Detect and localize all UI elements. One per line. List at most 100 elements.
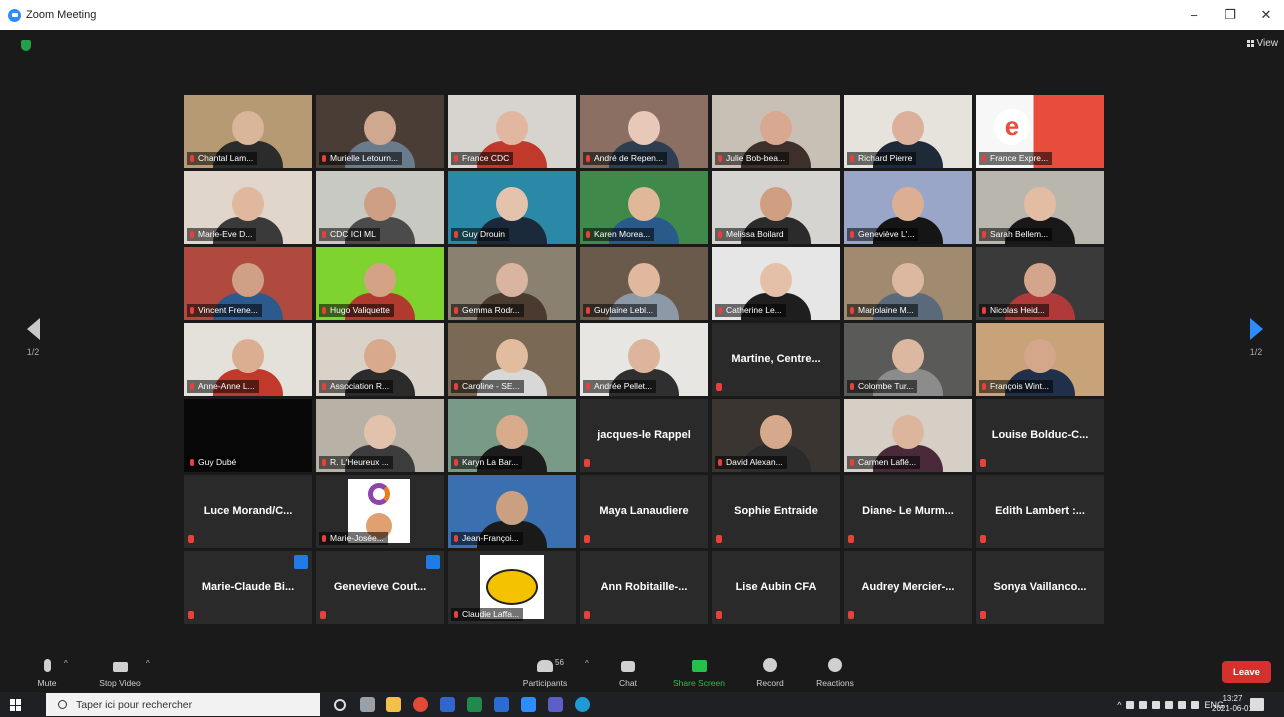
windows-start-icon[interactable]: [10, 699, 22, 711]
participant-tile[interactable]: France CDC: [448, 95, 576, 168]
participant-tile[interactable]: R. L'Heureux ...: [316, 399, 444, 472]
participant-tile[interactable]: François Wint...: [976, 323, 1104, 396]
participant-tile[interactable]: Chantal Lam...: [184, 95, 312, 168]
participant-tile[interactable]: André de Repen...: [580, 95, 708, 168]
participant-tile[interactable]: Maya Lanaudiere: [580, 475, 708, 548]
participant-tile[interactable]: Vincent Frene...: [184, 247, 312, 320]
record-button[interactable]: Record: [748, 650, 792, 692]
participant-tile[interactable]: Murielle Letourn...: [316, 95, 444, 168]
chat-button[interactable]: Chat: [610, 650, 646, 692]
participant-tile[interactable]: Genevieve Cout...: [316, 551, 444, 624]
taskbar-clock[interactable]: 13:27 2021-06-01: [1212, 694, 1253, 714]
participant-tile[interactable]: Guylaine Lebl...: [580, 247, 708, 320]
participant-tile[interactable]: Geneviève L'...: [844, 171, 972, 244]
caret-up-icon[interactable]: ^: [64, 659, 68, 668]
muted-mic-icon: [584, 459, 590, 467]
participant-tile[interactable]: Lise Aubin CFA: [712, 551, 840, 624]
participant-tile[interactable]: Karyn La Bar...: [448, 399, 576, 472]
participant-tile[interactable]: Richard Pierre: [844, 95, 972, 168]
view-button[interactable]: View: [1246, 38, 1278, 49]
participant-tile[interactable]: Anne-Anne L...: [184, 323, 312, 396]
usb-icon[interactable]: [1152, 700, 1161, 709]
participant-tile[interactable]: Gemma Rodr...: [448, 247, 576, 320]
participant-tile[interactable]: Catherine Le...: [712, 247, 840, 320]
volume-icon[interactable]: [1191, 700, 1200, 709]
participant-tile[interactable]: Guy Drouin: [448, 171, 576, 244]
edge-icon[interactable]: [575, 697, 590, 712]
taskbar-search-box[interactable]: Taper ici pour rechercher: [46, 693, 320, 716]
participant-tile[interactable]: David Alexan...: [712, 399, 840, 472]
windows-taskbar: Taper ici pour rechercher ^ ENG 13:27 20…: [0, 692, 1284, 717]
outlook-icon[interactable]: [440, 697, 455, 712]
caret-up-icon[interactable]: ^: [585, 659, 589, 668]
participant-name: Catherine Le...: [715, 304, 786, 317]
cortana-icon[interactable]: [334, 699, 346, 711]
participant-tile[interactable]: Caroline - SE...: [448, 323, 576, 396]
participant-name: Ann Robitaille-...: [600, 581, 688, 593]
file-explorer-icon[interactable]: [386, 697, 401, 712]
previous-page-button[interactable]: 1/2: [18, 318, 48, 357]
participant-tile[interactable]: Diane- Le Murm...: [844, 475, 972, 548]
participant-tile[interactable]: Melissa Boilard: [712, 171, 840, 244]
muted-mic-icon: [584, 535, 590, 543]
notifications-icon[interactable]: [1250, 698, 1264, 711]
participant-tile[interactable]: Edith Lambert :...: [976, 475, 1104, 548]
participant-tile[interactable]: Sophie Entraide: [712, 475, 840, 548]
next-page-button[interactable]: 1/2: [1241, 318, 1271, 357]
stop-video-button[interactable]: ^ Stop Video: [92, 650, 150, 692]
chrome-icon[interactable]: [413, 697, 428, 712]
participant-tile[interactable]: Louise Bolduc-C...: [976, 399, 1104, 472]
battery-icon[interactable]: [1165, 700, 1174, 709]
participant-tile[interactable]: Hugo Valiquette: [316, 247, 444, 320]
participant-tile[interactable]: Nicolas Heid...: [976, 247, 1104, 320]
participant-tile[interactable]: Marie-Claude Bi...: [184, 551, 312, 624]
participant-tile[interactable]: Ann Robitaille-...: [580, 551, 708, 624]
security-shield-icon[interactable]: [21, 40, 31, 51]
shield-tray-icon[interactable]: [1139, 700, 1148, 709]
wifi-icon[interactable]: [1178, 700, 1187, 709]
participant-name: Murielle Letourn...: [319, 152, 403, 165]
participants-button[interactable]: 56 ^ Participants: [515, 650, 589, 692]
participant-tile[interactable]: Martine, Centre...: [712, 323, 840, 396]
reactions-button[interactable]: Reactions: [810, 650, 860, 692]
participant-tile[interactable]: Carmen Laflé...: [844, 399, 972, 472]
close-button[interactable]: ✕: [1248, 0, 1284, 30]
share-screen-button[interactable]: Share Screen: [668, 650, 730, 692]
participant-name: Karen Morea...: [583, 228, 655, 241]
participant-tile[interactable]: Guy Dubé: [184, 399, 312, 472]
cloud-icon[interactable]: [1126, 700, 1135, 709]
excel-icon[interactable]: [467, 697, 482, 712]
task-view-icon[interactable]: [360, 697, 375, 712]
participant-tile[interactable]: Karen Morea...: [580, 171, 708, 244]
participant-name: Colombe Tur...: [847, 380, 918, 393]
participant-tile[interactable]: Luce Morand/C...: [184, 475, 312, 548]
participant-tile[interactable]: Marjolaine M...: [844, 247, 972, 320]
participant-tile[interactable]: Marie-Eve D...: [184, 171, 312, 244]
participant-tile[interactable]: Andrée Pellet...: [580, 323, 708, 396]
leave-button[interactable]: Leave: [1222, 661, 1271, 683]
participant-tile[interactable]: Claudie Laffa...: [448, 551, 576, 624]
maximize-button[interactable]: ❐: [1212, 0, 1248, 30]
options-badge-icon[interactable]: [294, 555, 308, 569]
participant-tile[interactable]: Sarah Bellem...: [976, 171, 1104, 244]
word-icon[interactable]: [494, 697, 509, 712]
participant-tile[interactable]: Sonya Vaillanco...: [976, 551, 1104, 624]
caret-up-icon[interactable]: ^: [146, 659, 150, 668]
participant-tile[interactable]: Julie Bob-bea...: [712, 95, 840, 168]
participant-tile[interactable]: Association R...: [316, 323, 444, 396]
participant-tile[interactable]: jacques-le Rappel: [580, 399, 708, 472]
participant-name: Edith Lambert :...: [995, 505, 1085, 517]
participant-name: Marie-Claude Bi...: [201, 581, 295, 593]
participant-tile[interactable]: Marie-Josée...: [316, 475, 444, 548]
participant-tile[interactable]: Audrey Mercier-...: [844, 551, 972, 624]
minimize-button[interactable]: −: [1176, 0, 1212, 30]
teams-icon[interactable]: [548, 697, 563, 712]
participant-tile[interactable]: Colombe Tur...: [844, 323, 972, 396]
mute-button[interactable]: ^ Mute: [30, 650, 68, 692]
zoom-app-icon[interactable]: [521, 697, 536, 712]
options-badge-icon[interactable]: [426, 555, 440, 569]
tray-chevron-icon[interactable]: ^: [1117, 700, 1121, 710]
participant-tile[interactable]: CDC ICI ML: [316, 171, 444, 244]
participant-tile[interactable]: e France Expre...: [976, 95, 1104, 168]
participant-tile[interactable]: Jean-Françoi...: [448, 475, 576, 548]
